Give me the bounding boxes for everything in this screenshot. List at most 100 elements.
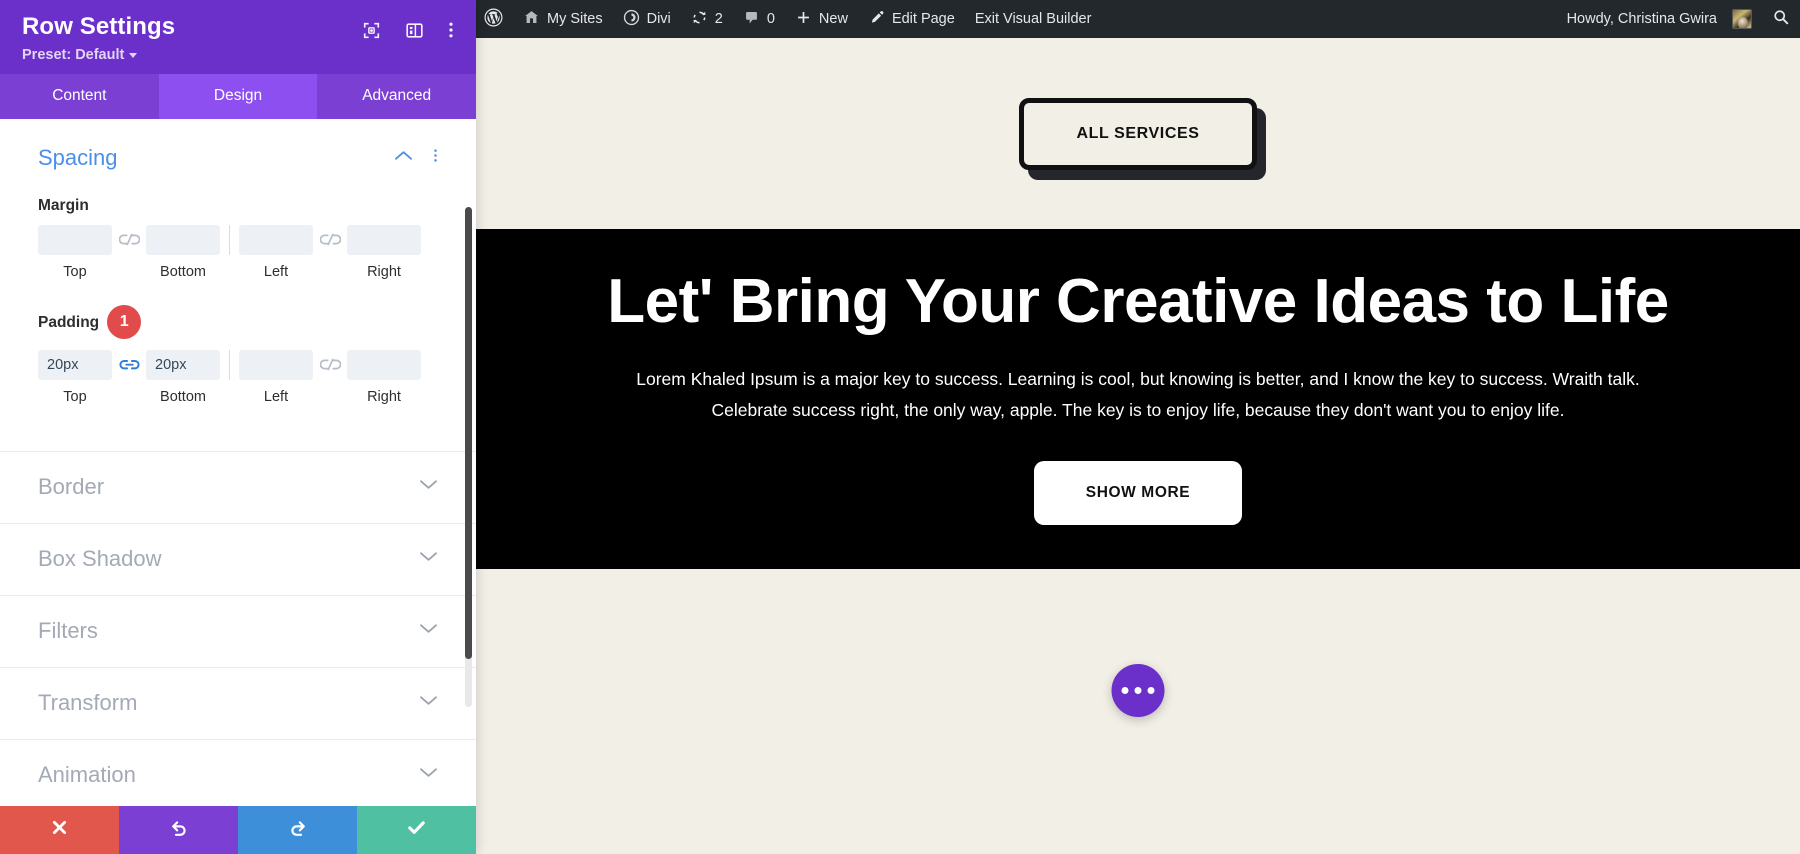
accordion-border[interactable]: Border — [0, 450, 476, 523]
divi-icon — [623, 9, 640, 30]
services-section: ALL SERVICES — [476, 38, 1800, 229]
admin-bar-item-new[interactable]: New — [785, 0, 858, 38]
padding-modified-badge[interactable]: 1 — [107, 304, 142, 339]
spacing-section: Spacing Margin Top Bottom Left Right Pad… — [0, 119, 476, 413]
sites-icon — [523, 9, 540, 30]
tab-content[interactable]: Content — [0, 73, 159, 119]
chevron-down-icon — [419, 766, 438, 784]
wp-admin-bar: My Sites Divi 2 0 New Edit Page Exit Vis… — [476, 0, 1800, 38]
margin-right-input[interactable] — [347, 224, 421, 255]
undo-button[interactable] — [119, 806, 238, 854]
accordion-label: Filters — [38, 618, 98, 644]
margin-bottom-caption: Bottom — [160, 263, 206, 280]
accordion-transform[interactable]: Transform — [0, 666, 476, 739]
admin-bar-label: Edit Page — [891, 11, 955, 27]
more-options-fab-button[interactable] — [1111, 663, 1165, 717]
accordion-filters[interactable]: Filters — [0, 594, 476, 667]
padding-fields-row: Top Bottom — [38, 349, 438, 405]
check-icon — [406, 817, 427, 843]
hero-section: Let' Bring Your Creative Ideas to Life L… — [476, 229, 1800, 569]
plus-icon — [795, 9, 812, 30]
margin-right-caption: Right — [367, 263, 401, 280]
admin-bar-search-button[interactable] — [1762, 0, 1800, 38]
more-vertical-icon[interactable] — [448, 20, 454, 40]
divider — [229, 224, 230, 255]
cancel-button[interactable] — [0, 806, 119, 854]
dot-icon — [1121, 686, 1129, 694]
accordion-label: Animation — [38, 762, 136, 788]
padding-label-wrap: Padding 1 — [38, 304, 142, 340]
padding-bottom-input[interactable] — [146, 349, 220, 380]
accordion-label: Box Shadow — [38, 546, 162, 572]
page-canvas: ALL SERVICES Let' Bring Your Creative Id… — [476, 38, 1800, 854]
all-services-button[interactable]: ALL SERVICES — [1019, 97, 1257, 170]
wordpress-logo-menu[interactable] — [476, 0, 513, 38]
dot-icon — [1147, 686, 1155, 694]
margin-label: Margin — [38, 196, 89, 214]
layout-columns-icon[interactable] — [405, 21, 424, 40]
close-icon — [50, 818, 69, 842]
panel-title: Row Settings — [22, 13, 176, 40]
chevron-up-icon[interactable] — [394, 149, 413, 167]
pencil-icon — [868, 9, 885, 30]
margin-top-caption: Top — [63, 263, 87, 280]
padding-left-caption: Left — [263, 388, 289, 405]
undo-icon — [169, 818, 189, 843]
admin-bar-item-my-sites[interactable]: My Sites — [513, 0, 613, 38]
admin-bar-left-group: My Sites Divi 2 0 New Edit Page Exit Vis… — [476, 0, 1101, 38]
admin-bar-label: Exit Visual Builder — [974, 11, 1092, 27]
accordion-label: Transform — [38, 690, 138, 716]
admin-bar-label: New — [818, 11, 848, 27]
admin-bar-label: Divi — [646, 11, 671, 27]
admin-bar-right-group: Howdy, Christina Gwira — [1559, 0, 1800, 38]
spacing-section-title[interactable]: Spacing — [38, 145, 118, 171]
admin-bar-label: My Sites — [547, 11, 603, 27]
tab-design[interactable]: Design — [158, 73, 318, 119]
redo-button[interactable] — [238, 806, 357, 854]
dot-icon — [1134, 686, 1142, 694]
search-icon — [1772, 8, 1790, 30]
chevron-down-icon — [129, 53, 138, 59]
padding-right-input[interactable] — [347, 349, 421, 380]
margin-left-caption: Left — [263, 263, 289, 280]
admin-bar-item-comments[interactable]: 0 — [733, 0, 785, 38]
padding-link-top-bottom-icon[interactable] — [112, 350, 146, 380]
admin-bar-my-account[interactable]: Howdy, Christina Gwira — [1559, 0, 1762, 38]
save-button[interactable] — [357, 806, 476, 854]
accordion-box-shadow[interactable]: Box Shadow — [0, 522, 476, 595]
responsive-preview-icon[interactable] — [362, 21, 381, 40]
padding-top-input[interactable] — [38, 349, 112, 380]
padding-left-input[interactable] — [239, 349, 313, 380]
admin-bar-item-edit-page[interactable]: Edit Page — [858, 0, 965, 38]
avatar — [1732, 9, 1752, 29]
accordion-animation[interactable]: Animation — [0, 738, 476, 806]
padding-link-left-right-icon[interactable] — [313, 350, 347, 380]
padding-top-caption: Top — [63, 388, 87, 405]
padding-label: Padding — [38, 313, 100, 331]
wordpress-logo-icon — [484, 8, 503, 31]
panel-scrollbar-thumb[interactable] — [465, 206, 472, 659]
margin-top-input[interactable] — [38, 224, 112, 255]
margin-link-left-right-icon[interactable] — [313, 225, 347, 255]
padding-bottom-caption: Bottom — [160, 388, 206, 405]
margin-link-top-bottom-icon[interactable] — [112, 225, 146, 255]
hero-paragraph: Lorem Khaled Ipsum is a major key to suc… — [636, 369, 1640, 420]
hero-heading: Let' Bring Your Creative Ideas to Life — [607, 267, 1669, 336]
row-settings-panel: Row Settings Preset: Default Content Des… — [0, 0, 477, 854]
margin-bottom-input[interactable] — [146, 224, 220, 255]
chevron-down-icon — [419, 478, 438, 496]
footer-section — [476, 568, 1800, 805]
padding-right-caption: Right — [367, 388, 401, 405]
preset-label: Preset: Default — [22, 46, 125, 63]
tab-advanced[interactable]: Advanced — [317, 73, 477, 119]
admin-bar-label: 0 — [766, 11, 775, 27]
show-more-button[interactable]: SHOW MORE — [1033, 460, 1243, 525]
preset-selector[interactable]: Preset: Default — [22, 46, 138, 63]
admin-bar-item-exit-visual-builder[interactable]: Exit Visual Builder — [965, 0, 1102, 38]
more-vertical-icon[interactable] — [433, 146, 438, 170]
divider — [229, 349, 230, 380]
admin-bar-item-updates[interactable]: 2 — [681, 0, 733, 38]
admin-bar-item-divi[interactable]: Divi — [613, 0, 681, 38]
updates-icon — [691, 9, 708, 30]
margin-left-input[interactable] — [239, 224, 313, 255]
